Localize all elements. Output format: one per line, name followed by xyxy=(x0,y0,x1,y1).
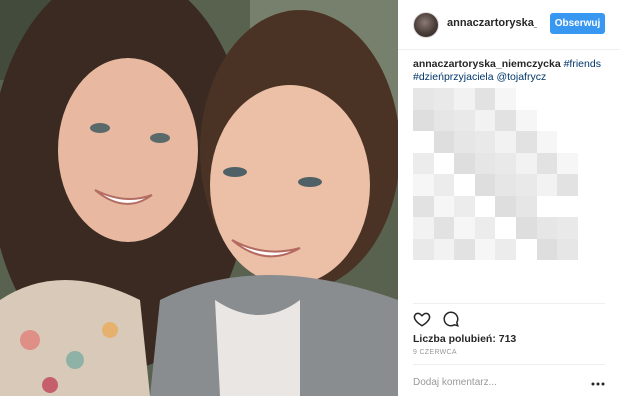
pixel-tile xyxy=(495,88,516,110)
pixel-tile xyxy=(515,174,537,196)
pixel-tile xyxy=(454,174,475,196)
pixel-tile xyxy=(536,109,558,131)
pixel-tile xyxy=(536,238,558,260)
pixel-tile xyxy=(536,88,558,110)
username-link[interactable]: annaczartoryska_niemczycka xyxy=(447,17,537,33)
comment-input[interactable] xyxy=(413,374,573,390)
pixel-tile xyxy=(495,152,516,174)
post-photo[interactable] xyxy=(0,0,398,396)
hashtag-friends[interactable]: #friends xyxy=(564,58,601,70)
pixel-tile xyxy=(495,109,516,131)
pixel-tile xyxy=(536,195,558,217)
pixel-tile xyxy=(536,174,558,196)
pixel-tile xyxy=(495,131,516,153)
pixel-tile xyxy=(433,152,455,174)
pixel-tile xyxy=(474,109,496,131)
pixel-tile xyxy=(557,88,578,110)
pixel-tile xyxy=(515,152,537,174)
pixel-tile xyxy=(413,217,434,239)
pixel-tile xyxy=(474,152,496,174)
pixel-tile xyxy=(557,109,578,131)
pixel-tile xyxy=(413,152,434,174)
pixel-tile xyxy=(474,131,496,153)
pixel-tile xyxy=(515,238,537,260)
pixel-tile xyxy=(536,217,558,239)
pixel-tile xyxy=(454,152,475,174)
pixel-tile xyxy=(433,109,455,131)
pixel-tile xyxy=(536,152,558,174)
pixel-tile xyxy=(495,174,516,196)
post-header: annaczartoryska_niemczycka Obserwuj xyxy=(398,0,620,50)
post-panel: annaczartoryska_niemczycka Obserwuj anna… xyxy=(398,0,620,396)
pixel-tile xyxy=(557,152,578,174)
pixel-tile xyxy=(557,131,578,153)
pixel-tile xyxy=(495,217,516,239)
pixel-tile xyxy=(413,174,434,196)
likes-count[interactable]: Liczba polubień: 713 xyxy=(413,333,516,345)
pixel-tile xyxy=(433,88,455,110)
pixel-tile xyxy=(577,174,599,196)
heart-icon[interactable] xyxy=(413,310,431,328)
pixel-tile xyxy=(515,131,537,153)
pixel-tile xyxy=(515,217,537,239)
caption-author[interactable]: annaczartoryska_niemczycka xyxy=(413,58,561,70)
pixel-tile xyxy=(577,109,599,131)
pixel-tile xyxy=(454,217,475,239)
mention-tojafrycz[interactable]: @tojafrycz xyxy=(496,71,546,83)
caption: annaczartoryska_niemczycka #friends #dzi… xyxy=(413,58,613,84)
pixel-tile xyxy=(474,217,496,239)
pixel-tile xyxy=(495,238,516,260)
pixel-tile xyxy=(515,109,537,131)
pixel-tile xyxy=(454,131,475,153)
pixel-tile xyxy=(557,195,578,217)
pixel-tile xyxy=(454,88,475,110)
pixel-tile xyxy=(433,238,455,260)
pixel-tile xyxy=(577,88,599,110)
comment-icon[interactable] xyxy=(442,310,460,328)
pixel-tile xyxy=(577,195,599,217)
pixel-tile xyxy=(454,238,475,260)
pixelated-comments xyxy=(413,88,599,260)
selfie-illustration xyxy=(0,0,398,396)
pixel-tile xyxy=(557,238,578,260)
divider xyxy=(413,303,605,304)
pixel-tile xyxy=(474,174,496,196)
hashtag-dzienprzyjaciela[interactable]: #dzieńprzyjaciela xyxy=(413,71,494,83)
pixel-tile xyxy=(413,88,434,110)
pixel-tile xyxy=(577,238,599,260)
action-bar xyxy=(413,310,460,330)
pixel-tile xyxy=(433,131,455,153)
post-date: 9 CZERWCA xyxy=(413,349,457,356)
divider xyxy=(413,364,605,365)
pixel-tile xyxy=(557,217,578,239)
follow-button[interactable]: Obserwuj xyxy=(550,13,605,34)
pixel-tile xyxy=(433,217,455,239)
pixel-tile xyxy=(557,174,578,196)
pixel-tile xyxy=(454,195,475,217)
pixel-tile xyxy=(536,131,558,153)
pixel-tile xyxy=(413,195,434,217)
more-options-icon[interactable] xyxy=(591,376,605,386)
avatar[interactable] xyxy=(413,12,439,38)
pixel-tile xyxy=(474,88,496,110)
pixel-tile xyxy=(413,131,434,153)
pixel-tile xyxy=(474,195,496,217)
pixel-tile xyxy=(577,131,599,153)
pixel-tile xyxy=(413,238,434,260)
pixel-tile xyxy=(454,109,475,131)
pixel-tile xyxy=(577,152,599,174)
pixel-tile xyxy=(433,174,455,196)
pixel-tile xyxy=(433,195,455,217)
pixel-tile xyxy=(413,109,434,131)
pixel-tile xyxy=(515,195,537,217)
pixel-tile xyxy=(495,195,516,217)
pixel-tile xyxy=(474,238,496,260)
pixel-tile xyxy=(515,88,537,110)
comment-row xyxy=(413,374,605,392)
pixel-tile xyxy=(577,217,599,239)
